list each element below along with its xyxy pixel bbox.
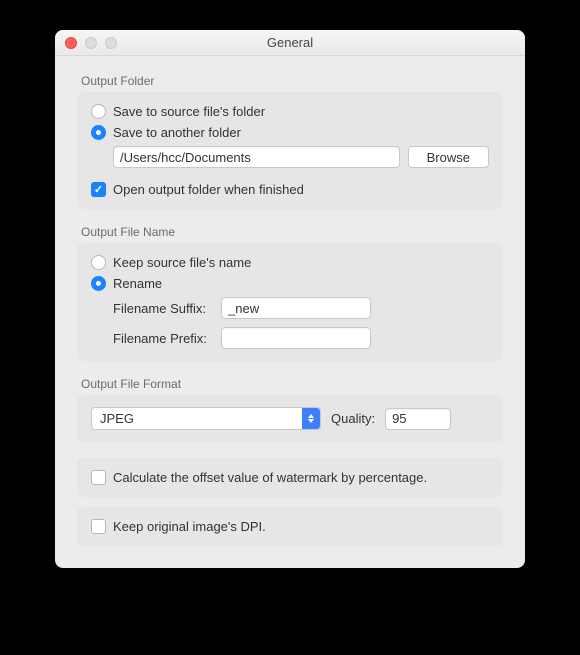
open-when-finished-label: Open output folder when finished <box>113 182 304 197</box>
chevron-up-down-icon <box>302 408 320 429</box>
browse-button[interactable]: Browse <box>408 146 489 168</box>
folder-path-input[interactable] <box>113 146 400 168</box>
format-select[interactable]: JPEG <box>91 407 321 430</box>
radio-save-to-another[interactable] <box>91 125 106 140</box>
output-filename-group: Keep source file's name Rename Filename … <box>77 243 503 361</box>
save-to-source-row[interactable]: Save to source file's folder <box>91 104 489 119</box>
keep-dpi-label: Keep original image's DPI. <box>113 519 266 534</box>
close-icon[interactable] <box>65 37 77 49</box>
offset-percent-group[interactable]: Calculate the offset value of watermark … <box>77 458 503 497</box>
open-when-finished-row[interactable]: Open output folder when finished <box>91 182 489 197</box>
keep-source-name-label: Keep source file's name <box>113 255 251 270</box>
minimize-icon <box>85 37 97 49</box>
window-title: General <box>55 35 525 50</box>
output-format-group: JPEG Quality: <box>77 395 503 442</box>
checkbox-offset-percent[interactable] <box>91 470 106 485</box>
rename-label: Rename <box>113 276 162 291</box>
offset-percent-label: Calculate the offset value of watermark … <box>113 470 427 485</box>
keep-dpi-group[interactable]: Keep original image's DPI. <box>77 507 503 546</box>
quality-input[interactable] <box>385 408 451 430</box>
content: Output Folder Save to source file's fold… <box>55 56 525 568</box>
suffix-label: Filename Suffix: <box>113 301 221 316</box>
quality-label: Quality: <box>331 411 375 426</box>
checkbox-open-when-finished[interactable] <box>91 182 106 197</box>
output-folder-label: Output Folder <box>81 74 503 88</box>
format-value: JPEG <box>100 411 134 426</box>
radio-keep-source-name[interactable] <box>91 255 106 270</box>
save-to-source-label: Save to source file's folder <box>113 104 265 119</box>
window-controls <box>55 37 117 49</box>
save-to-another-label: Save to another folder <box>113 125 241 140</box>
suffix-input[interactable] <box>221 297 371 319</box>
prefix-label: Filename Prefix: <box>113 331 221 346</box>
radio-save-to-source[interactable] <box>91 104 106 119</box>
zoom-icon <box>105 37 117 49</box>
keep-source-name-row[interactable]: Keep source file's name <box>91 255 489 270</box>
preferences-window: General Output Folder Save to source fil… <box>55 30 525 568</box>
output-filename-label: Output File Name <box>81 225 503 239</box>
checkbox-keep-dpi[interactable] <box>91 519 106 534</box>
titlebar: General <box>55 30 525 56</box>
output-format-label: Output File Format <box>81 377 503 391</box>
output-folder-group: Save to source file's folder Save to ano… <box>77 92 503 209</box>
prefix-input[interactable] <box>221 327 371 349</box>
radio-rename[interactable] <box>91 276 106 291</box>
rename-row[interactable]: Rename <box>91 276 489 291</box>
save-to-another-row[interactable]: Save to another folder <box>91 125 489 140</box>
